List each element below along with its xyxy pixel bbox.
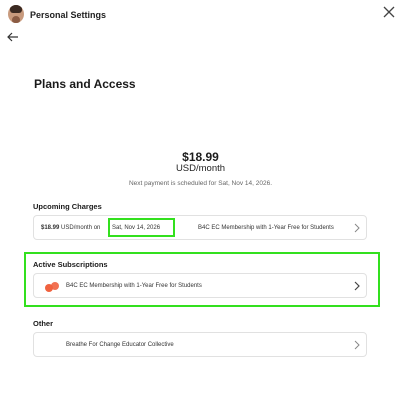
charge-amount: $18.99 USD/month on <box>41 225 100 231</box>
charge-amount-value: $18.99 <box>41 225 60 231</box>
arrow-left-icon[interactable] <box>6 30 20 44</box>
page-title: Plans and Access <box>34 77 136 91</box>
other-row[interactable]: Breathe For Change Educator Collective <box>33 332 367 357</box>
charge-plan-name: B4C EC Membership with 1-Year Free for S… <box>198 225 334 231</box>
chevron-right-icon <box>354 340 360 350</box>
upcoming-charges-label: Upcoming Charges <box>33 202 102 211</box>
chevron-right-icon <box>354 223 360 233</box>
next-payment-text: Next payment is scheduled for Sat, Nov 1… <box>128 180 273 187</box>
charge-amount-suffix: USD/month on <box>61 225 101 231</box>
plan-price: $18.99 <box>182 150 219 164</box>
close-icon[interactable] <box>381 4 397 20</box>
other-item-name: Breathe For Change Educator Collective <box>66 342 174 348</box>
avatar[interactable] <box>8 5 24 23</box>
upcoming-charge-row[interactable]: $18.99 USD/month on Sat, Nov 14, 2026 B4… <box>33 215 367 240</box>
highlight-active-subscriptions <box>24 252 380 307</box>
highlight-date <box>108 218 175 237</box>
other-label: Other <box>33 319 54 328</box>
window-title: Personal Settings <box>30 10 107 20</box>
top-bar: Personal Settings <box>0 0 401 30</box>
plan-unit: USD/month <box>175 163 226 174</box>
